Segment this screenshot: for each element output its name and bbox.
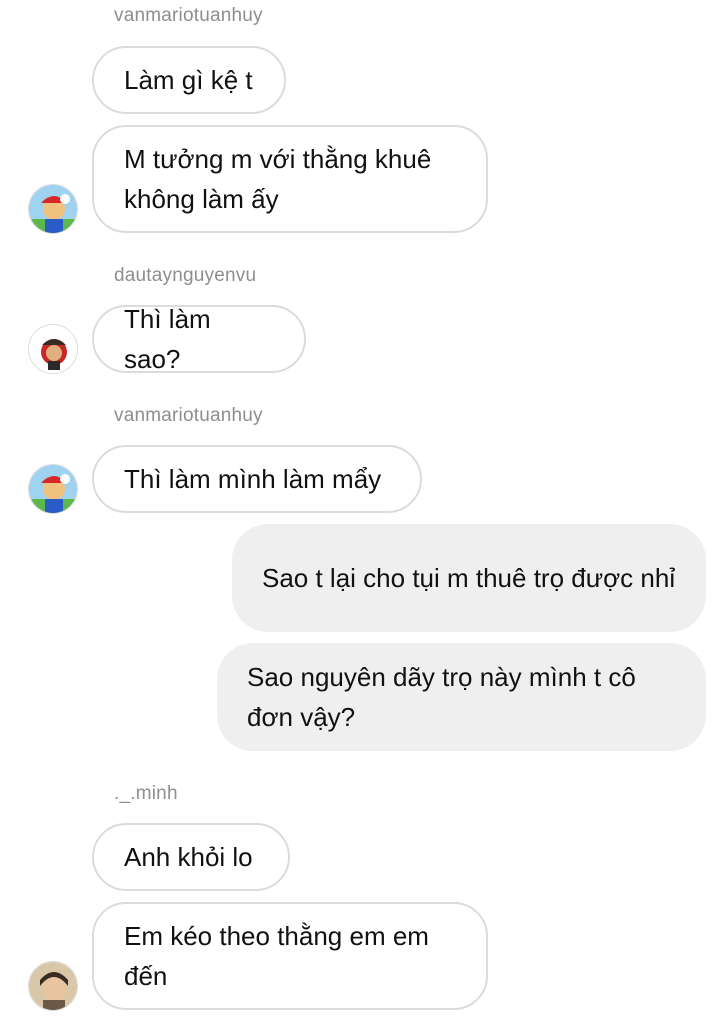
outgoing-message-bubble[interactable]: Sao nguyên dãy trọ này mình t cô đơn vậy… <box>217 643 706 751</box>
message-text: Thì làm sao? <box>124 304 211 374</box>
message-bubble[interactable]: Anh khỏi lo <box>92 823 290 891</box>
message-text: Làm gì kệ t <box>124 65 253 95</box>
person-avatar[interactable] <box>28 961 78 1011</box>
message-bubble[interactable]: Thì làm sao? <box>92 304 306 374</box>
mario-avatar[interactable] <box>28 464 78 514</box>
mario-avatar-dark[interactable] <box>28 324 78 374</box>
message-text: Sao t lại cho tụi m thuê trọ được nhỉ <box>262 563 676 593</box>
outgoing-message-bubble[interactable]: Sao t lại cho tụi m thuê trọ được nhỉ <box>232 524 706 632</box>
sender-name: vanmariotuanhuy <box>114 5 263 26</box>
message-text: Em kéo theo thằng em em đến <box>124 921 429 991</box>
message-bubble[interactable]: Thì làm mình làm mẩy <box>92 445 422 513</box>
sender-name: dautaynguyenvu <box>114 265 257 286</box>
message-bubble[interactable]: Làm gì kệ t <box>92 46 286 114</box>
message-text: M tưởng m với thằng khuê không làm ấy <box>124 144 432 214</box>
sender-name: ._.minh <box>114 783 178 804</box>
sender-name: vanmariotuanhuy <box>114 405 263 426</box>
message-text: Sao nguyên dãy trọ này mình t cô đơn vậy… <box>247 662 636 732</box>
mario-avatar[interactable] <box>28 184 78 234</box>
message-bubble[interactable]: M tưởng m với thằng khuê không làm ấy <box>92 125 488 233</box>
message-text: Thì làm mình làm mẩy <box>124 464 382 494</box>
message-bubble[interactable]: Em kéo theo thằng em em đến <box>92 902 488 1010</box>
message-text: Anh khỏi lo <box>124 842 253 872</box>
